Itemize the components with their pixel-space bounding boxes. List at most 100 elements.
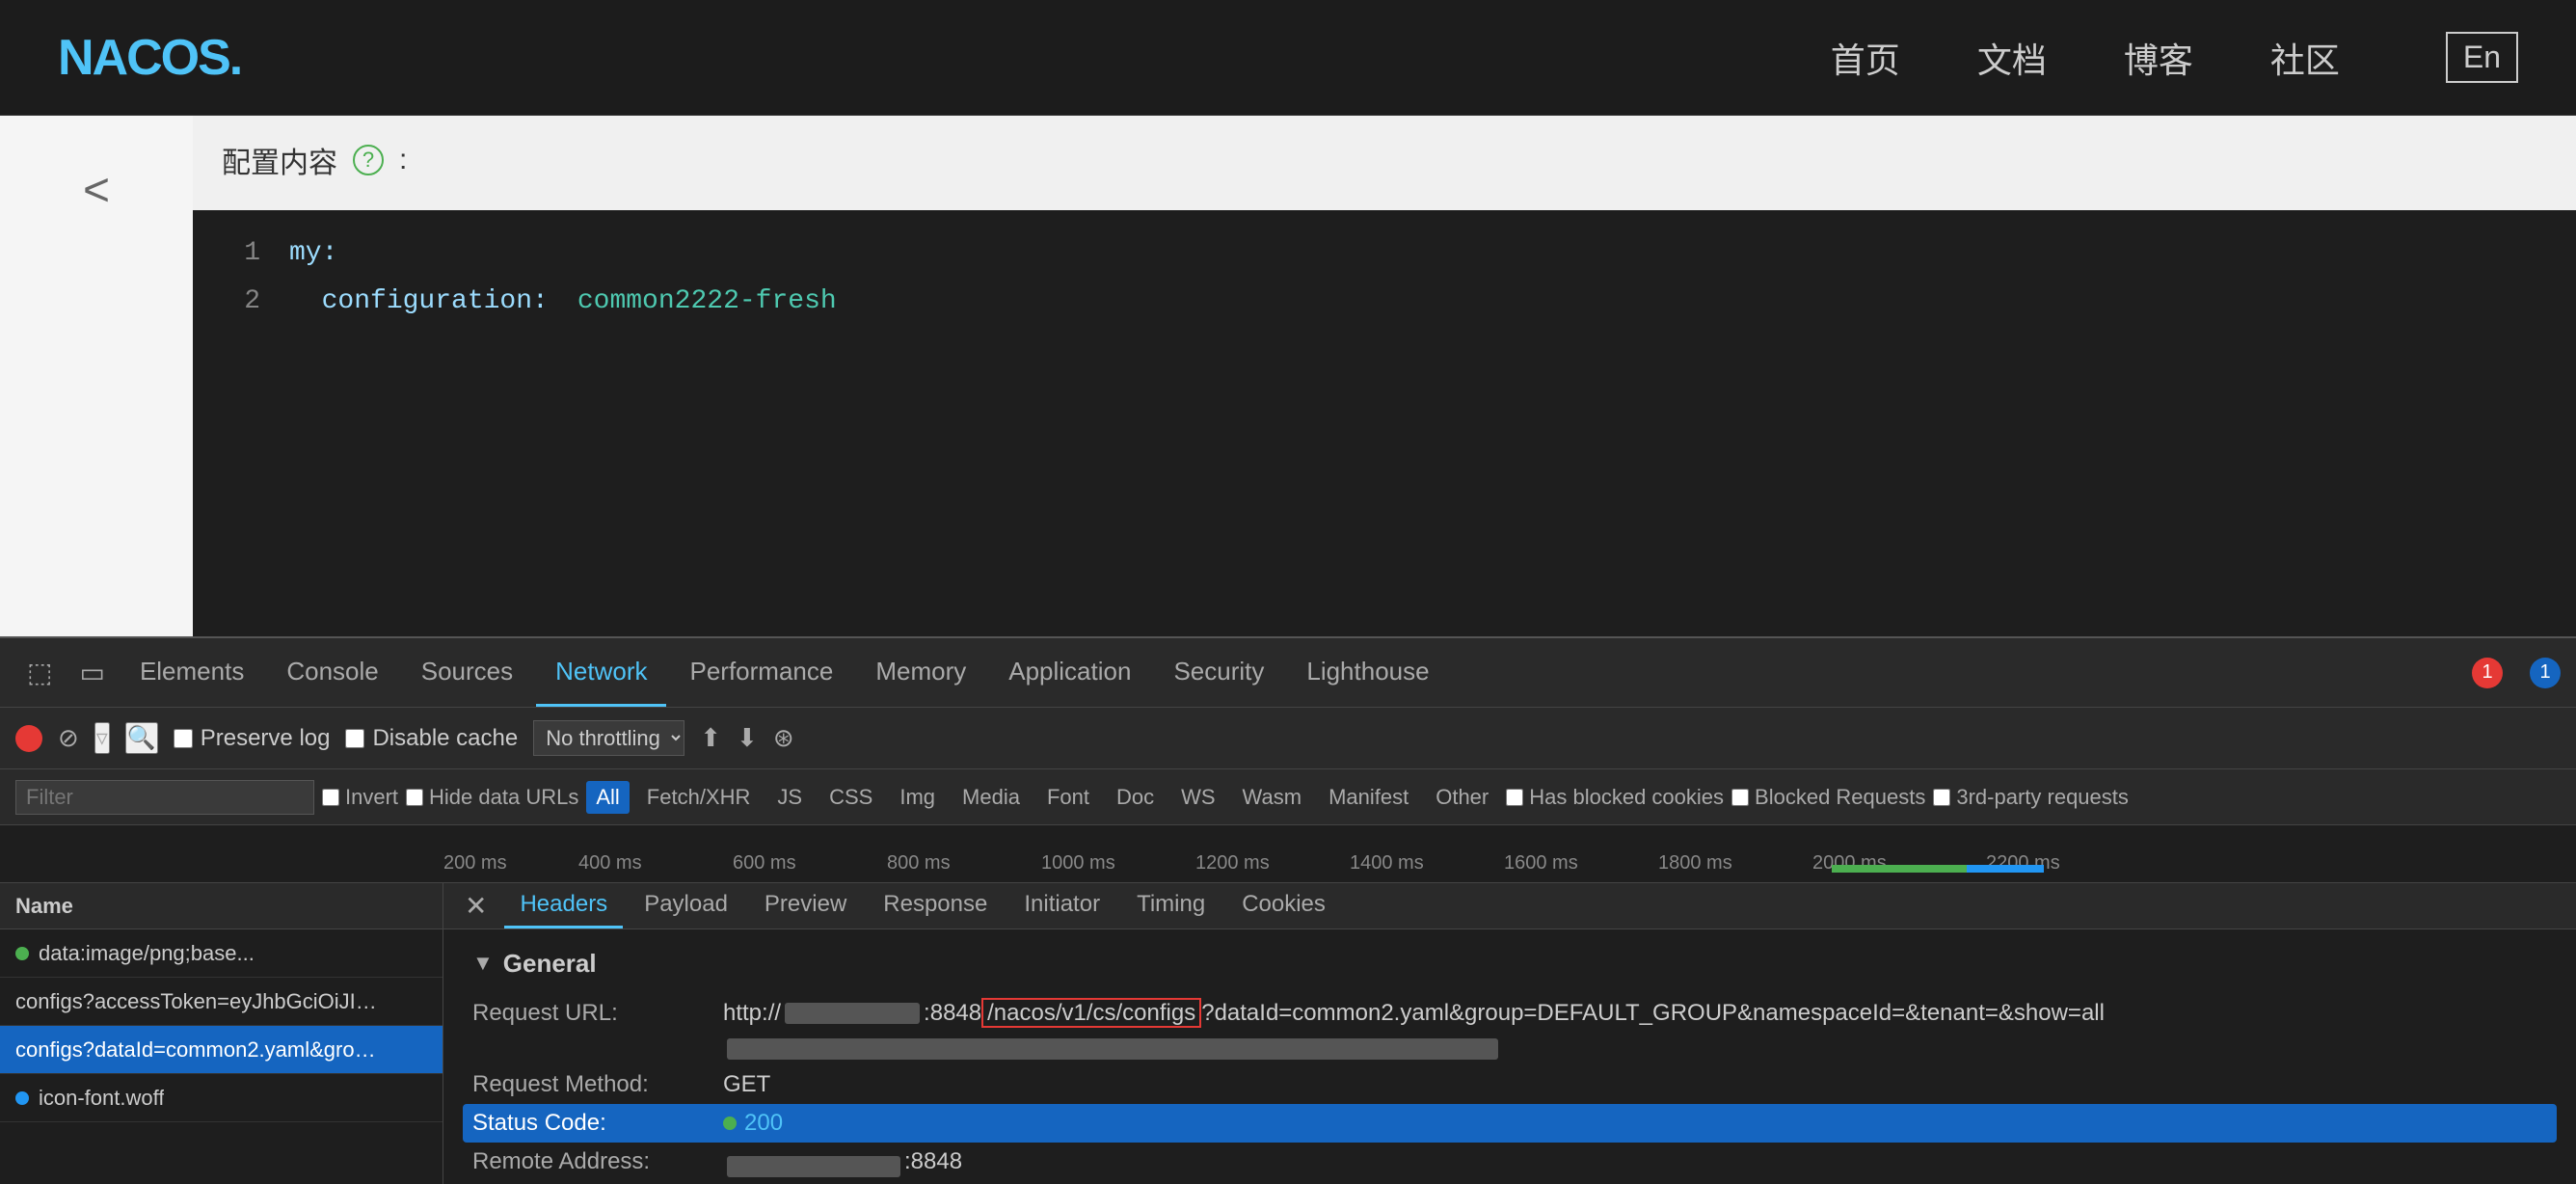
type-css[interactable]: CSS [819, 781, 882, 814]
tab-elements[interactable]: Elements [121, 638, 263, 707]
invert-checkbox[interactable] [322, 789, 339, 806]
requests-list: Name data:image/png;base... configs?acce… [0, 883, 443, 1184]
type-media[interactable]: Media [953, 781, 1030, 814]
filter-input[interactable] [15, 780, 314, 815]
detail-tab-payload[interactable]: Payload [629, 883, 743, 928]
detail-tab-response[interactable]: Response [868, 883, 1003, 928]
tab-memory[interactable]: Memory [856, 638, 985, 707]
detail-tab-cookies[interactable]: Cookies [1226, 883, 1341, 928]
has-blocked-cookies-label[interactable]: Has blocked cookies [1506, 785, 1724, 810]
disable-cache-label[interactable]: Disable cache [345, 725, 518, 752]
request-method-label: Request Method: [472, 1071, 723, 1098]
tab-sources[interactable]: Sources [402, 638, 532, 707]
req-text-0: data:image/png;base... [39, 941, 255, 966]
disable-cache-text: Disable cache [372, 725, 518, 752]
line-num-1: 1 [231, 229, 260, 278]
type-doc[interactable]: Doc [1107, 781, 1164, 814]
language-button[interactable]: En [2446, 32, 2518, 83]
tick-1600ms: 1600 ms [1504, 852, 1578, 875]
upload-icon[interactable]: ⬆ [700, 723, 721, 753]
has-blocked-cookies-text: Has blocked cookies [1529, 785, 1724, 810]
detail-tab-initiator[interactable]: Initiator [1008, 883, 1115, 928]
req-text-3: icon-font.woff [39, 1086, 164, 1111]
tick-1800ms: 1800 ms [1658, 852, 1732, 875]
preserve-log-checkbox[interactable] [174, 729, 193, 748]
type-img[interactable]: Img [890, 781, 945, 814]
hide-data-urls-label[interactable]: Hide data URLs [406, 785, 578, 810]
blocked-requests-label[interactable]: Blocked Requests [1731, 785, 1925, 810]
hide-data-urls-checkbox[interactable] [406, 789, 423, 806]
tick-600ms: 600 ms [733, 852, 796, 875]
type-fetch-xhr[interactable]: Fetch/XHR [637, 781, 761, 814]
tick-800ms: 800 ms [887, 852, 951, 875]
request-item-3[interactable]: icon-font.woff [0, 1074, 443, 1122]
invert-label[interactable]: Invert [322, 785, 398, 810]
request-details: ✕ Headers Payload Preview Response Initi… [443, 883, 2576, 1184]
clear-button[interactable]: ⊘ [58, 723, 79, 753]
type-js[interactable]: JS [767, 781, 812, 814]
filter-type-bar: Invert Hide data URLs All Fetch/XHR JS C… [0, 769, 2576, 825]
tab-network[interactable]: Network [536, 638, 666, 707]
request-item-1[interactable]: configs?accessToken=eyJhbGciOiJIUzI1NiJ9… [0, 978, 443, 1026]
detail-tab-timing[interactable]: Timing [1121, 883, 1221, 928]
url-blurred-2 [727, 1038, 1498, 1060]
hide-data-urls-text: Hide data URLs [429, 785, 578, 810]
line-num-2: 2 [231, 278, 260, 326]
nav-home[interactable]: 首页 [1831, 33, 1900, 83]
remote-address-port: :8848 [904, 1148, 962, 1175]
blocked-requests-text: Blocked Requests [1755, 785, 1925, 810]
close-details-button[interactable]: ✕ [453, 886, 498, 926]
preserve-log-label[interactable]: Preserve log [174, 725, 331, 752]
tab-console[interactable]: Console [267, 638, 397, 707]
type-all[interactable]: All [586, 781, 629, 814]
has-blocked-cookies-checkbox[interactable] [1506, 789, 1523, 806]
code-editor: 1 my: 2 configuration: common2222-fresh [193, 210, 2576, 636]
devtools-tab-bar: ⬚ ▭ Elements Console Sources Network Per… [0, 638, 2576, 708]
tick-1000ms: 1000 ms [1041, 852, 1115, 875]
type-ws[interactable]: WS [1171, 781, 1224, 814]
request-item-2[interactable]: configs?dataId=common2.yaml&group=DEFAUL… [0, 1026, 443, 1074]
type-wasm[interactable]: Wasm [1233, 781, 1312, 814]
request-url-row: Request URL: http:// :8848/nacos/v1/cs/c… [472, 994, 2547, 1033]
request-item-0[interactable]: data:image/png;base... [0, 929, 443, 978]
type-other[interactable]: Other [1426, 781, 1498, 814]
detail-tab-headers[interactable]: Headers [504, 883, 623, 928]
back-button[interactable]: < [83, 164, 110, 217]
blocked-requests-checkbox[interactable] [1731, 789, 1749, 806]
req-dot-3 [15, 1091, 29, 1105]
tab-lighthouse[interactable]: Lighthouse [1287, 638, 1448, 707]
code-key-1: my: [289, 229, 337, 278]
throttle-select[interactable]: No throttling [533, 720, 684, 756]
disable-cache-checkbox[interactable] [345, 729, 364, 748]
nav-links: 首页 文档 博客 社区 En [1831, 32, 2518, 83]
search-icon[interactable]: 🔍 [125, 722, 158, 754]
type-font[interactable]: Font [1037, 781, 1099, 814]
download-icon[interactable]: ⬇ [737, 723, 758, 753]
type-manifest[interactable]: Manifest [1319, 781, 1418, 814]
device-mode-icon[interactable]: ▭ [67, 649, 116, 696]
third-party-checkbox[interactable] [1933, 789, 1950, 806]
invert-text: Invert [345, 785, 398, 810]
third-party-text: 3rd-party requests [1956, 785, 2129, 810]
nav-community[interactable]: 社区 [2270, 33, 2340, 83]
tab-security[interactable]: Security [1154, 638, 1283, 707]
status-code-value: 200 [744, 1110, 783, 1137]
tick-400ms: 400 ms [578, 852, 642, 875]
inspect-element-icon[interactable]: ⬚ [15, 649, 64, 696]
status-code-row: Status Code: 200 [463, 1104, 2557, 1143]
nav-docs[interactable]: 文档 [1977, 33, 2047, 83]
tab-application[interactable]: Application [989, 638, 1150, 707]
record-button[interactable] [15, 725, 42, 752]
nav-blog[interactable]: 博客 [2124, 33, 2193, 83]
filter-bar: ⊘ ▿ 🔍 Preserve log Disable cache No thro… [0, 708, 2576, 769]
help-icon[interactable]: ? [353, 145, 384, 175]
general-section: ▼ General Request URL: http:// :8848/nac… [443, 929, 2576, 1184]
url-blurred-row [472, 1033, 2547, 1065]
detail-tab-preview[interactable]: Preview [749, 883, 862, 928]
tab-performance[interactable]: Performance [670, 638, 852, 707]
wifi-icon[interactable]: ⊛ [773, 723, 794, 753]
third-party-label[interactable]: 3rd-party requests [1933, 785, 2129, 810]
requests-list-header: Name [0, 883, 443, 929]
filter-icon[interactable]: ▿ [94, 722, 110, 754]
req-text-1: configs?accessToken=eyJhbGciOiJIUzI1NiJ9… [15, 989, 382, 1014]
